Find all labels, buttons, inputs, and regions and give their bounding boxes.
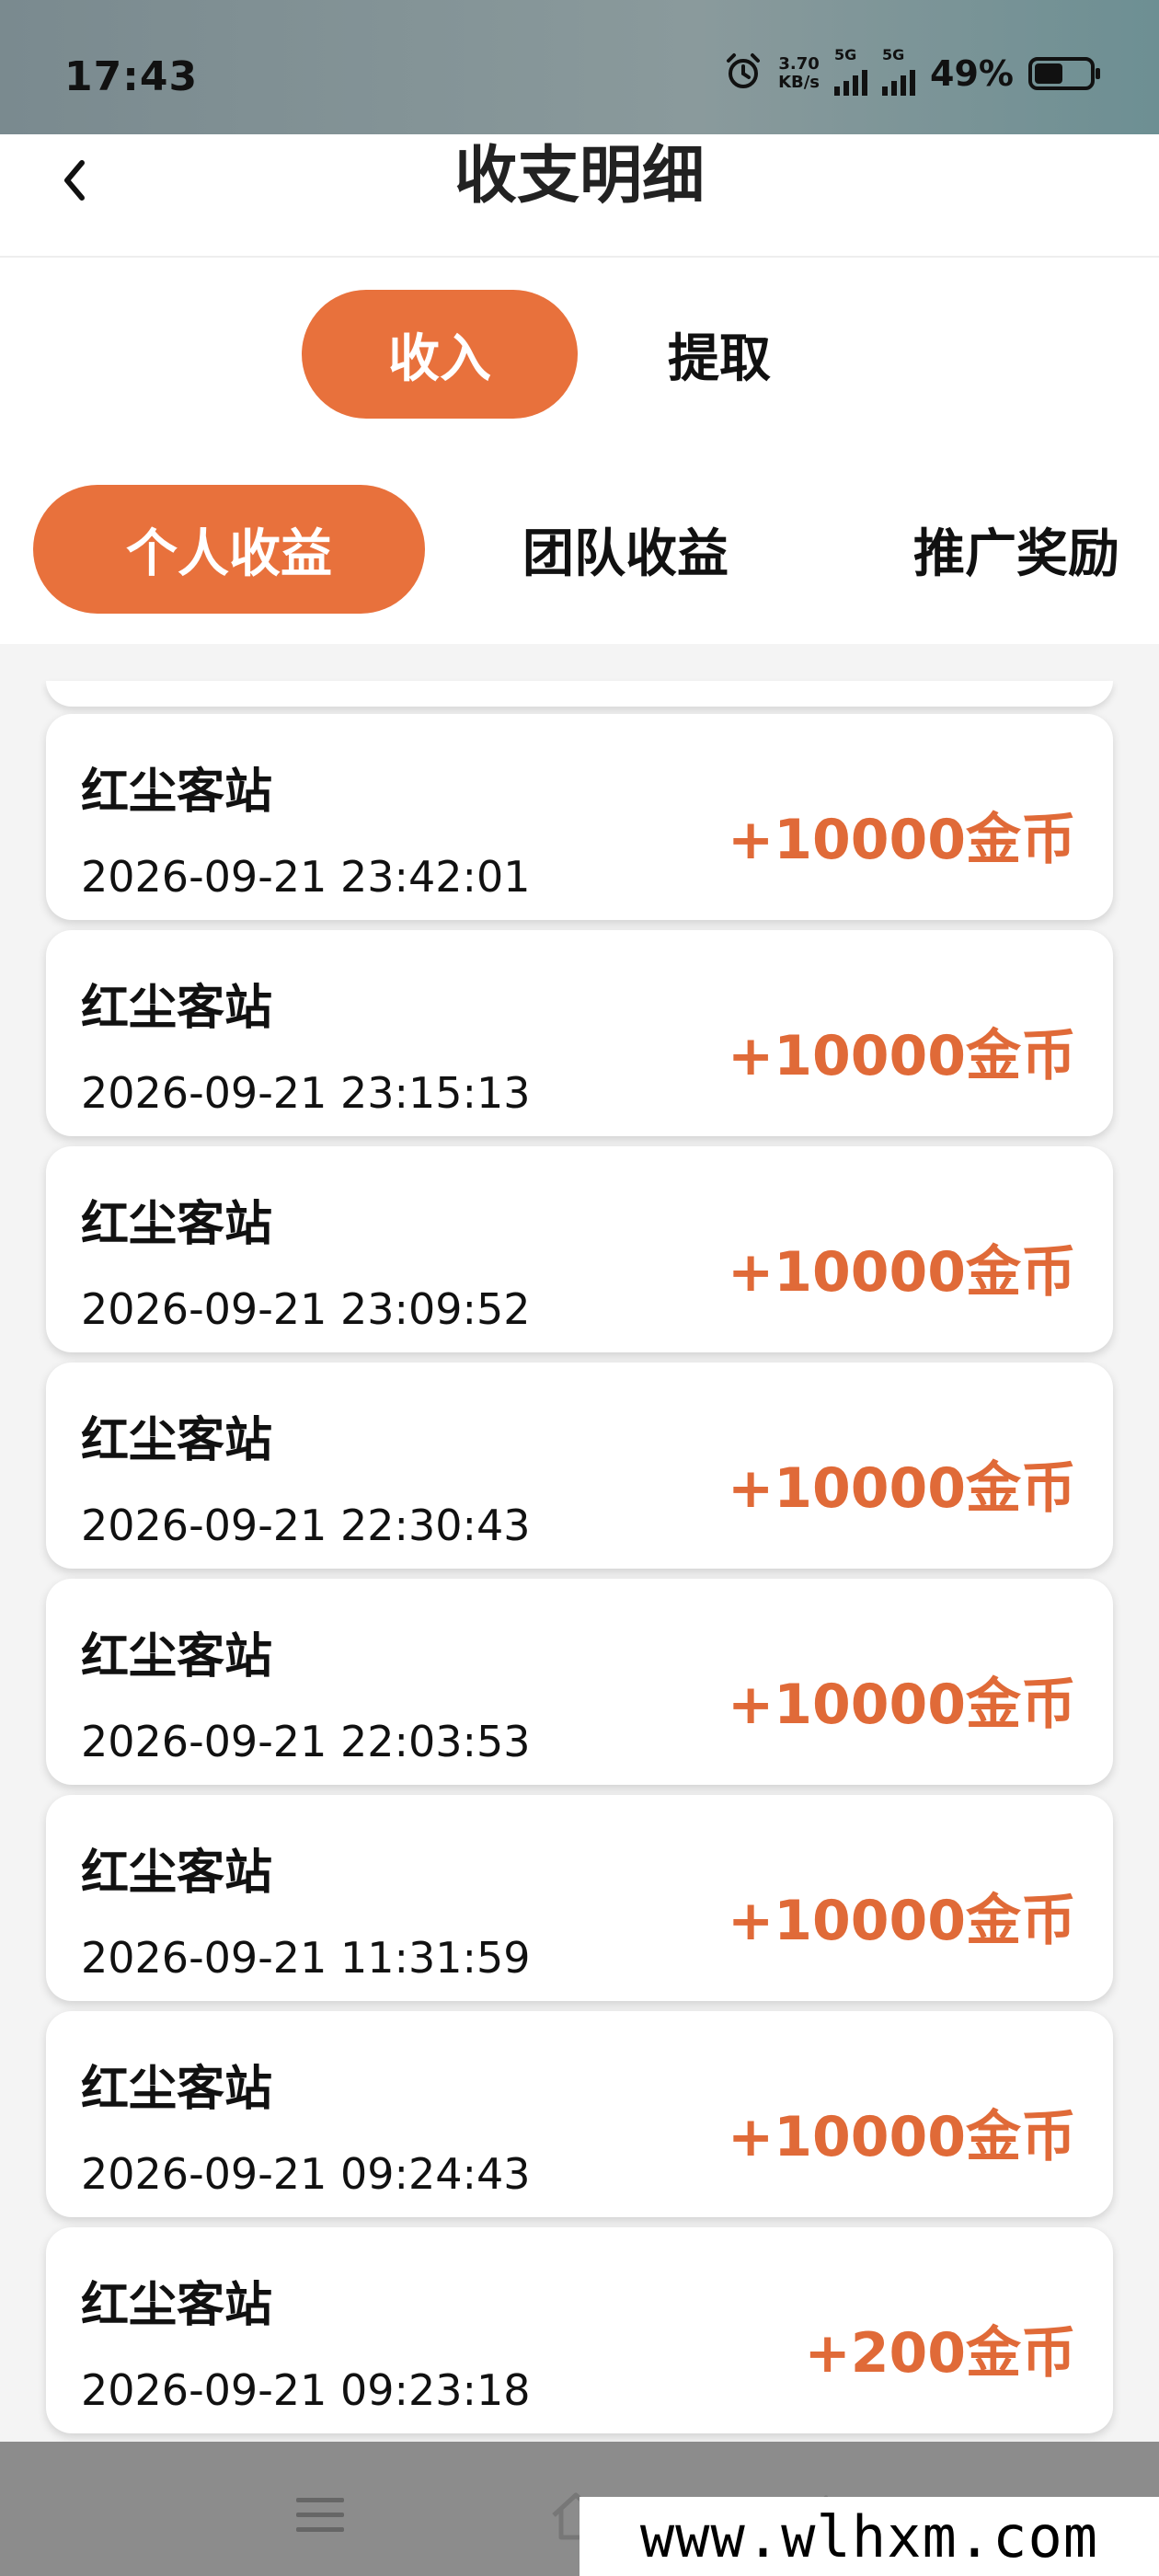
signal-1-icon: 5G <box>834 46 868 96</box>
record-datetime: 2026-09-21 09:23:18 <box>81 2365 531 2415</box>
list-item-partial <box>46 681 1113 707</box>
signal-2-icon: 5G <box>882 46 916 96</box>
net-speed-unit: KB/s <box>778 73 820 92</box>
list-item[interactable]: 红尘客站 2026-09-21 22:03:53 +10000金币 <box>46 1579 1113 1785</box>
record-amount: +10000金币 <box>727 1024 1076 1088</box>
list-item[interactable]: 红尘客站 2026-09-21 09:23:18 +200金币 <box>46 2227 1113 2433</box>
record-datetime: 2026-09-21 23:15:13 <box>81 1068 531 1118</box>
alarm-clock-icon <box>723 52 763 96</box>
list-item[interactable]: 红尘客站 2026-09-21 23:15:13 +10000金币 <box>46 930 1113 1136</box>
record-datetime: 2026-09-21 11:31:59 <box>81 1933 531 1983</box>
record-name: 红尘客站 <box>81 981 273 1036</box>
tabs-area: 收入 提取 个人收益 团队收益 推广奖励 <box>0 258 1159 644</box>
record-datetime: 2026-09-21 23:42:01 <box>81 852 531 902</box>
status-time: 17:43 <box>64 53 199 100</box>
record-datetime: 2026-09-21 22:03:53 <box>81 1717 531 1766</box>
list-item[interactable]: 红尘客站 2026-09-21 23:42:01 +10000金币 <box>46 714 1113 920</box>
record-name: 红尘客站 <box>81 1846 273 1901</box>
battery-percent: 49% <box>930 53 1014 94</box>
signal-2-label: 5G <box>882 46 905 63</box>
record-datetime: 2026-09-21 22:30:43 <box>81 1501 531 1550</box>
record-datetime: 2026-09-21 23:09:52 <box>81 1284 531 1334</box>
header: 收支明细 <box>0 134 1159 258</box>
record-name: 红尘客站 <box>81 1197 273 1252</box>
tab-personal-earnings[interactable]: 个人收益 <box>33 485 425 614</box>
record-name: 红尘客站 <box>81 765 273 820</box>
record-amount: +10000金币 <box>727 2105 1076 2169</box>
net-speed-value: 3.70 <box>778 54 820 74</box>
record-amount: +10000金币 <box>727 808 1076 872</box>
list-item[interactable]: 红尘客站 2026-09-21 22:30:43 +10000金币 <box>46 1363 1113 1569</box>
record-amount: +10000金币 <box>727 1889 1076 1953</box>
record-name: 红尘客站 <box>81 2278 273 2333</box>
record-amount: +200金币 <box>804 2321 1076 2386</box>
watermark: www.wlhxm.com <box>580 2497 1159 2576</box>
record-name: 红尘客站 <box>81 1629 273 1685</box>
record-amount: +10000金币 <box>727 1456 1076 1521</box>
record-datetime: 2026-09-21 09:24:43 <box>81 2149 531 2199</box>
page-title: 收支明细 <box>453 140 705 213</box>
net-speed: 3.70 KB/s <box>778 55 820 92</box>
record-amount: +10000金币 <box>727 1240 1076 1305</box>
record-name: 红尘客站 <box>81 2062 273 2117</box>
list-item[interactable]: 红尘客站 2026-09-21 09:24:43 +10000金币 <box>46 2011 1113 2217</box>
status-icons: 3.70 KB/s 5G 5G 49% <box>723 46 1100 99</box>
tab-team-earnings[interactable]: 团队收益 <box>432 485 819 614</box>
signal-1-label: 5G <box>834 46 857 63</box>
tab-withdraw[interactable]: 提取 <box>581 290 857 419</box>
tab-promotion-rewards[interactable]: 推广奖励 <box>828 485 1159 614</box>
record-name: 红尘客站 <box>81 1413 273 1468</box>
battery-icon <box>1028 57 1100 90</box>
status-bar: 17:43 3.70 KB/s 5G 5G 49% <box>0 0 1159 134</box>
list-item[interactable]: 红尘客站 2026-09-21 11:31:59 +10000金币 <box>46 1795 1113 2001</box>
tab-income[interactable]: 收入 <box>302 290 578 419</box>
record-amount: +10000金币 <box>727 1673 1076 1737</box>
system-nav-bar: www.wlhxm.com <box>0 2442 1159 2576</box>
menu-icon[interactable] <box>293 2488 348 2543</box>
list-item[interactable]: 红尘客站 2026-09-21 23:09:52 +10000金币 <box>46 1146 1113 1352</box>
